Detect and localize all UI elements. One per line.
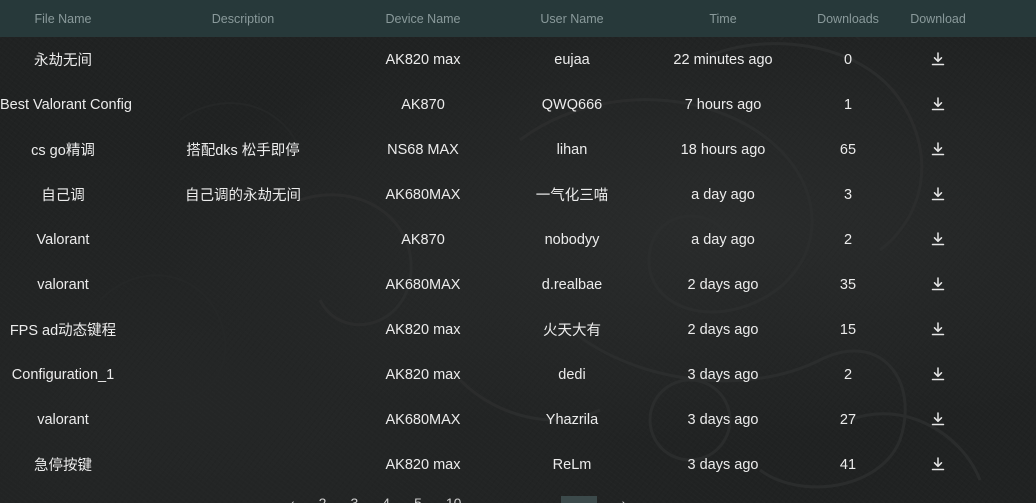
table-row: 急停按键 AK820 max ReLm 3 days ago 41 [0,442,1036,487]
pagination-page[interactable]: … [485,496,499,503]
row-time: 7 hours ago [684,96,762,113]
row-file-name: Configuration_1 [11,366,115,383]
pagination: ‹ 2 3 4 5 10 … … › [290,496,626,503]
row-device-name: AK870 [401,231,445,248]
pagination-prev-button[interactable]: ‹ [290,496,295,503]
pagination-page[interactable]: 2 [319,496,327,503]
table-row: 永劫无间 AK820 max eujaa 22 minutes ago 0 [0,37,1036,82]
download-icon[interactable] [929,320,947,338]
column-header-file-name[interactable]: File Name [0,12,126,26]
pagination-page[interactable]: 4 [382,496,390,503]
row-device-name: AK820 max [385,456,461,473]
row-downloads: 2 [843,231,853,248]
row-device-name: AK680MAX [385,411,461,428]
config-table: File Name Description Device Name User N… [0,0,1036,487]
row-file-name: FPS ad动态键程 [9,323,117,339]
download-icon[interactable] [929,185,947,203]
row-user-name: Yhazrila [545,411,599,428]
row-time: 18 hours ago [680,141,766,158]
row-device-name: AK820 max [385,321,461,338]
row-description: 自己调的永劫无间 [185,188,301,204]
table-row: FPS ad动态键程 AK820 max 火天大有 2 days ago 15 [0,307,1036,352]
download-icon[interactable] [929,95,947,113]
table-row: Configuration_1 AK820 max dedi 3 days ago 2 [0,352,1036,397]
download-icon[interactable] [929,140,947,158]
row-user-name: 一气化三喵 [535,188,609,204]
row-time: 3 days ago [687,456,759,473]
row-time: a day ago [691,186,755,203]
row-user-name: 火天大有 [543,323,601,339]
table-row: Best Valorant Config AK870 QWQ666 7 hours a… [0,82,1036,127]
row-downloads: 65 [839,141,857,158]
row-file-name: 永劫无间 [34,53,92,69]
column-header-download: Download [910,12,966,26]
pagination-page[interactable]: 10 [446,496,462,503]
download-icon[interactable] [929,455,947,473]
row-user-name: dedi [558,366,586,383]
row-downloads: 41 [839,456,857,473]
table-row: 自己调 自己调的永劫无间 AK680MAX 一气化三喵 a day ago 3 [0,172,1036,217]
row-file-name: valorant [37,276,89,293]
download-icon[interactable] [929,50,947,68]
download-icon[interactable] [929,365,947,383]
row-downloads: 15 [839,321,857,338]
row-file-name: 急停按键 [34,458,92,474]
row-downloads: 0 [843,51,853,68]
row-description: 搭配dks 松手即停 [186,143,300,159]
table-row: Valorant AK870 nobodyy a day ago 2 [0,217,1036,262]
pagination-next-button[interactable]: › [621,496,626,503]
row-time: 3 days ago [687,411,759,428]
row-device-name: AK680MAX [385,186,461,203]
row-file-name: valorant [37,411,89,428]
table-body: 永劫无间 AK820 max eujaa 22 minutes ago 0 Best Va… [0,37,1036,487]
download-icon[interactable] [929,410,947,428]
pagination-page[interactable]: 3 [350,496,358,503]
row-user-name: QWQ666 [541,96,603,113]
row-user-name: lihan [556,141,588,158]
row-time: 2 days ago [687,321,759,338]
row-device-name: AK820 max [385,51,461,68]
row-downloads: 35 [839,276,857,293]
row-file-name: 自己调 [41,188,85,204]
pagination-page[interactable]: … [523,496,537,503]
row-file-name: Best Valorant Config [0,96,132,113]
column-header-downloads[interactable]: Downloads [798,12,898,26]
pagination-page[interactable]: 5 [414,496,422,503]
row-device-name: AK820 max [385,366,461,383]
row-user-name: d.realbae [541,276,603,293]
column-header-time[interactable]: Time [648,12,798,26]
row-downloads: 2 [843,366,853,383]
row-downloads: 3 [843,186,853,203]
row-device-name: AK870 [401,96,445,113]
pagination-size-select[interactable] [561,496,598,503]
download-icon[interactable] [929,275,947,293]
row-file-name: cs go精调 [31,143,95,159]
row-file-name: Valorant [36,231,90,248]
row-user-name: nobodyy [544,231,600,248]
row-device-name: NS68 MAX [387,141,459,158]
row-downloads: 1 [843,96,853,113]
download-icon[interactable] [929,230,947,248]
table-row: valorant AK680MAX Yhazrila 3 days ago 27 [0,397,1036,442]
column-header-user-name[interactable]: User Name [522,12,622,26]
row-user-name: ReLm [552,456,592,473]
row-time: 2 days ago [687,276,759,293]
row-device-name: AK680MAX [385,276,461,293]
row-time: a day ago [691,231,755,248]
row-user-name: eujaa [554,51,590,68]
table-row: valorant AK680MAX d.realbae 2 days ago 35 [0,262,1036,307]
column-header-description[interactable]: Description [126,12,360,26]
row-time: 22 minutes ago [673,51,773,68]
table-row: cs go精调 搭配dks 松手即停 NS68 MAX lihan 18 hours a… [0,127,1036,172]
table-header: File Name Description Device Name User N… [0,0,1036,37]
column-header-device-name[interactable]: Device Name [360,12,486,26]
row-downloads: 27 [839,411,857,428]
row-time: 3 days ago [687,366,759,383]
